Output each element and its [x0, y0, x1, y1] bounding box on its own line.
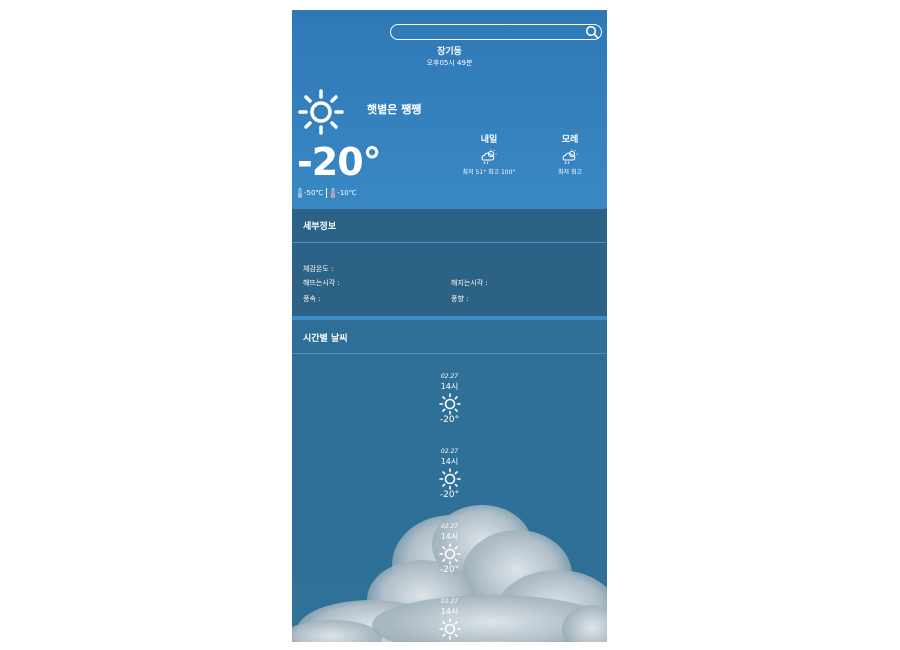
details-title: 세부정보 [303, 222, 337, 232]
sun-icon [438, 393, 461, 415]
current-time: 오후05시 49분 [426, 59, 473, 67]
forecast-tomorrow: 내일 최저 51° 최고 100° [454, 132, 524, 176]
hourly-hour: 14시 [440, 607, 459, 616]
hourly-temp: -20° [439, 565, 460, 575]
current-weather-panel: 장기동 오후05시 49분 햇볕은 쨍쨍 -20° -50℃ -10℃ 내일 최… [292, 10, 607, 209]
feels-like: 체감온도 : [303, 265, 334, 273]
hourly-hour: 14시 [440, 532, 459, 541]
hourly-hour: 14시 [440, 457, 459, 466]
thermometer-hot-icon [331, 188, 336, 198]
sunset-time: 해지는시각 : [451, 279, 488, 287]
hourly-date: 02.27 [440, 523, 459, 530]
thermometer-cold-icon [297, 188, 303, 198]
location-name: 장기동 [437, 47, 462, 57]
divider [292, 242, 607, 243]
hourly-panel[interactable]: 시간별 날씨 02.27 14시 -20° 02.27 14시 -20° 02.… [292, 320, 607, 642]
search-input[interactable] [399, 25, 583, 40]
hourly-temp: -20° [439, 490, 460, 500]
current-temperature: -20° [297, 140, 382, 184]
hourly-date: 02.27 [440, 373, 459, 380]
forecast-day-label: 모레 [561, 135, 579, 145]
divider [326, 188, 328, 198]
cloud-sun-rain-icon [481, 149, 497, 165]
forecast-day-label: 내일 [480, 135, 498, 145]
weather-app: 장기동 오후05시 49분 햇볕은 쨍쨍 -20° -50℃ -10℃ 내일 최… [292, 10, 607, 642]
sunrise-time: 해뜨는시각 : [303, 279, 340, 287]
min-temperature: -50℃ [304, 189, 324, 197]
hourly-item: 02.27 14시 [292, 598, 607, 640]
sun-icon [438, 543, 461, 565]
forecast-range: 최저 51° 최고 100° [462, 169, 516, 176]
wind-speed: 풍속 : [303, 295, 321, 303]
cloud-sun-rain-icon [562, 149, 578, 165]
hourly-item: 02.27 14시 -20° [292, 373, 607, 425]
details-panel: 세부정보 체감온도 : 해뜨는시각 : 해지는시각 : 풍속 : 풍향 : [292, 209, 607, 317]
search-icon[interactable] [585, 25, 599, 39]
hourly-title: 시간별 날씨 [303, 334, 348, 344]
forecast-day-after: 모레 최저 최고 [535, 132, 605, 176]
sun-icon [298, 89, 344, 135]
hourly-hour: 14시 [440, 382, 459, 391]
sun-icon [438, 618, 461, 640]
sun-icon [438, 468, 461, 490]
hourly-item: 02.27 14시 -20° [292, 448, 607, 500]
wind-direction: 풍향 : [451, 295, 469, 303]
hourly-temp: -20° [439, 415, 460, 425]
hourly-item: 02.27 14시 -20° [292, 523, 607, 575]
divider [292, 353, 607, 354]
forecast-range: 최저 최고 [558, 169, 582, 176]
max-temperature: -10℃ [337, 189, 357, 197]
hourly-date: 02.27 [440, 448, 459, 455]
min-max-temperature: -50℃ -10℃ [297, 188, 357, 198]
search-box[interactable] [390, 24, 602, 40]
hourly-date: 02.27 [440, 598, 459, 605]
weather-condition: 햇볕은 쨍쨍 [367, 103, 422, 116]
